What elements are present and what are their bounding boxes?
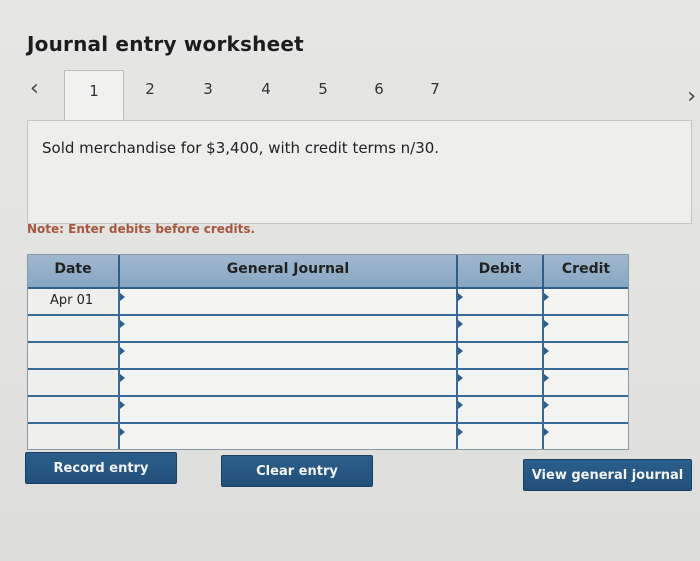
dropdown-marker-icon: [120, 320, 125, 328]
dropdown-marker-icon: [120, 428, 125, 436]
tab-4[interactable]: 4: [251, 80, 281, 98]
account-select[interactable]: [120, 343, 458, 368]
entry-note: Note: Enter debits before credits.: [27, 222, 256, 236]
input-marker-icon: [458, 374, 463, 382]
chevron-right-icon[interactable]: ›: [687, 84, 696, 109]
dropdown-marker-icon: [120, 401, 125, 409]
account-select[interactable]: [120, 289, 458, 314]
date-cell[interactable]: [28, 343, 120, 368]
column-header-date: Date: [28, 255, 120, 287]
worksheet-page: Journal entry worksheet ‹ 1 2 3 4 5 6 7 …: [0, 0, 700, 561]
tab-1[interactable]: 1: [64, 70, 124, 121]
column-header-debit: Debit: [458, 255, 544, 287]
chevron-left-icon[interactable]: ‹: [30, 76, 39, 101]
tab-7[interactable]: 7: [420, 80, 450, 98]
table-row: [28, 343, 628, 370]
credit-input[interactable]: [544, 370, 628, 395]
entry-tabs: ‹ 1 2 3 4 5 6 7 ›: [20, 68, 700, 121]
tab-3[interactable]: 3: [193, 80, 223, 98]
account-select[interactable]: [120, 316, 458, 341]
date-cell[interactable]: [28, 370, 120, 395]
input-marker-icon: [544, 293, 549, 301]
table-row: [28, 370, 628, 397]
dropdown-marker-icon: [120, 293, 125, 301]
account-select[interactable]: [120, 397, 458, 422]
record-entry-button[interactable]: Record entry: [25, 452, 177, 484]
input-marker-icon: [544, 428, 549, 436]
debit-input[interactable]: [458, 289, 544, 314]
date-cell[interactable]: [28, 397, 120, 422]
input-marker-icon: [458, 428, 463, 436]
input-marker-icon: [458, 347, 463, 355]
input-marker-icon: [458, 293, 463, 301]
clear-entry-button[interactable]: Clear entry: [221, 455, 373, 487]
input-marker-icon: [544, 320, 549, 328]
input-marker-icon: [458, 401, 463, 409]
credit-input[interactable]: [544, 316, 628, 341]
debit-input[interactable]: [458, 316, 544, 341]
input-marker-icon: [544, 401, 549, 409]
column-header-credit: Credit: [561, 261, 611, 277]
debit-input[interactable]: [458, 397, 544, 422]
tab-2[interactable]: 2: [135, 80, 165, 98]
account-select[interactable]: [120, 424, 458, 449]
transaction-prompt-text: Sold merchandise for $3,400, with credit…: [42, 139, 440, 157]
table-row: Apr 01: [28, 289, 628, 316]
input-marker-icon: [458, 320, 463, 328]
table-header-row: Date General Journal Debit Credit: [28, 255, 628, 289]
date-cell[interactable]: [28, 424, 120, 449]
dropdown-marker-icon: [120, 374, 125, 382]
credit-input[interactable]: [544, 289, 628, 314]
input-marker-icon: [544, 374, 549, 382]
dropdown-marker-icon: [120, 347, 125, 355]
input-marker-icon: [544, 347, 549, 355]
date-cell[interactable]: [28, 316, 120, 341]
debit-input[interactable]: [458, 343, 544, 368]
column-header-general-journal: General Journal: [120, 255, 458, 287]
credit-input[interactable]: [544, 343, 628, 368]
tab-6[interactable]: 6: [364, 80, 394, 98]
journal-entry-table: Date General Journal Debit Credit Apr 01: [27, 254, 629, 450]
table-row: [28, 424, 628, 449]
table-row: [28, 397, 628, 424]
table-row: [28, 316, 628, 343]
credit-input[interactable]: [544, 424, 628, 449]
date-cell[interactable]: Apr 01: [28, 289, 120, 314]
credit-input[interactable]: [544, 397, 628, 422]
debit-input[interactable]: [458, 424, 544, 449]
transaction-prompt-box: Sold merchandise for $3,400, with credit…: [27, 120, 692, 224]
debit-input[interactable]: [458, 370, 544, 395]
account-select[interactable]: [120, 370, 458, 395]
view-general-journal-button[interactable]: View general journal: [523, 459, 692, 491]
tab-5[interactable]: 5: [308, 80, 338, 98]
page-title: Journal entry worksheet: [27, 32, 304, 56]
